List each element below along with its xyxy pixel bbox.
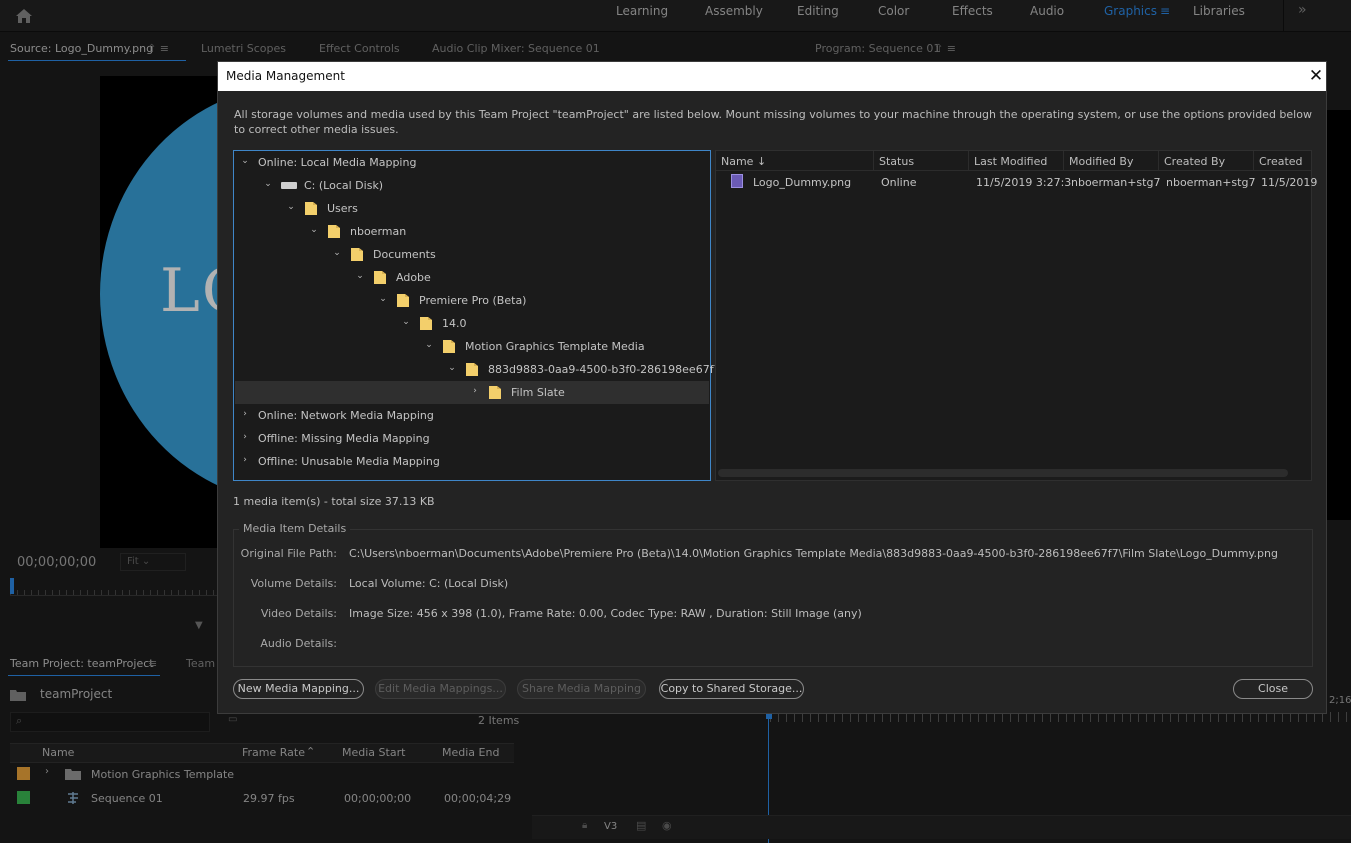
tree-node[interactable]: ⌄ Users	[235, 197, 709, 220]
detail-label: Volume Details:	[250, 577, 337, 590]
file-created-by: nboerman+stg7	[1166, 176, 1256, 189]
tree-node[interactable]: ⌄ Premiere Pro (Beta)	[235, 289, 709, 312]
tree-node-label: Online: Network Media Mapping	[258, 409, 434, 422]
share-media-mapping-button[interactable]: Share Media Mapping	[517, 679, 646, 699]
folder-icon	[443, 340, 455, 353]
tree-node-label: Adobe	[396, 271, 431, 284]
tree-node[interactable]: › Offline: Missing Media Mapping	[235, 427, 709, 450]
tree-node-label: C: (Local Disk)	[304, 179, 384, 192]
media-management-dialog: Media Management ✕ All storage volumes a…	[217, 61, 1327, 714]
tree-node[interactable]: ⌄ Documents	[235, 243, 709, 266]
tree-node-label: nboerman	[350, 225, 407, 238]
volume-tree[interactable]: ⌄ Online: Local Media Mapping ⌄ C: (Local D…	[233, 150, 721, 481]
chevron-down-icon[interactable]: ⌄	[240, 156, 250, 166]
chevron-right-icon[interactable]: ›	[240, 455, 250, 465]
media-file-list[interactable]: Name ↓ Status Last Modified Modified By …	[715, 150, 1317, 481]
chevron-down-icon[interactable]: ⌄	[286, 202, 296, 212]
detail-label: Original File Path:	[240, 547, 337, 560]
tree-node[interactable]: › Online: Network Media Mapping	[235, 404, 709, 427]
column-created-by[interactable]: Created By	[1164, 155, 1225, 168]
file-created: 11/5/2019	[1261, 176, 1318, 189]
chevron-down-icon[interactable]: ⌄	[378, 294, 388, 304]
folder-icon	[489, 386, 501, 399]
tree-node[interactable]: ⌄ 883d9883-0aa9-4500-b3f0-286198ee67f7	[235, 358, 721, 381]
tree-node-label: Offline: Missing Media Mapping	[258, 432, 430, 445]
tree-node-label: 14.0	[442, 317, 467, 330]
tree-node-label: Documents	[373, 248, 436, 261]
close-button[interactable]: Close	[1233, 679, 1313, 699]
file-name[interactable]: Logo_Dummy.png	[753, 176, 851, 189]
divider	[1253, 151, 1254, 171]
dialog-description: All storage volumes and media used by th…	[234, 108, 1312, 136]
tree-node-label: Offline: Unusable Media Mapping	[258, 455, 440, 468]
tree-node-label: Premiere Pro (Beta)	[419, 294, 527, 307]
tree-node[interactable]: ⌄ nboerman	[235, 220, 709, 243]
column-status[interactable]: Status	[879, 155, 914, 168]
chevron-down-icon[interactable]: ⌄	[424, 340, 434, 350]
column-last-modified[interactable]: Last Modified	[974, 155, 1047, 168]
tree-node[interactable]: › Offline: Unusable Media Mapping	[235, 450, 709, 473]
folder-icon	[305, 202, 317, 215]
chevron-down-icon[interactable]: ⌄	[309, 225, 319, 235]
divider	[1063, 151, 1064, 171]
folder-icon	[420, 317, 432, 330]
tree-node-label: Online: Local Media Mapping	[258, 156, 417, 169]
chevron-down-icon[interactable]: ⌄	[447, 363, 457, 373]
chevron-down-icon[interactable]: ⌄	[332, 248, 342, 258]
divider	[873, 151, 874, 171]
tree-node[interactable]: › Film Slate	[235, 381, 709, 404]
copy-to-shared-storage-button[interactable]: Copy to Shared Storage...	[659, 679, 804, 699]
folder-icon	[466, 363, 478, 376]
tree-node-label: Users	[327, 202, 358, 215]
file-status: Online	[881, 176, 917, 189]
tree-node[interactable]: ⌄ Adobe	[235, 266, 709, 289]
chevron-right-icon[interactable]: ›	[240, 432, 250, 442]
tree-node[interactable]: ⌄ Online: Local Media Mapping	[235, 151, 709, 174]
close-icon[interactable]: ✕	[1306, 66, 1326, 86]
chevron-right-icon[interactable]: ›	[240, 409, 250, 419]
new-media-mapping-button[interactable]: New Media Mapping...	[233, 679, 364, 699]
tree-node[interactable]: ⌄ 14.0	[235, 312, 709, 335]
tree-node-label: Film Slate	[511, 386, 565, 399]
volume-details: Local Volume: C: (Local Disk)	[349, 577, 509, 590]
column-name[interactable]: Name ↓	[721, 155, 766, 168]
column-created[interactable]: Created	[1259, 155, 1303, 168]
detail-label: Audio Details:	[260, 637, 337, 650]
column-modified-by[interactable]: Modified By	[1069, 155, 1134, 168]
original-file-path: C:\Users\nboerman\Documents\Adobe\Premie…	[349, 547, 1278, 560]
horizontal-scrollbar[interactable]	[718, 469, 1288, 477]
edit-media-mappings-button[interactable]: Edit Media Mappings...	[375, 679, 506, 699]
file-modified-by: nboerman+stg7	[1071, 176, 1161, 189]
image-file-icon	[731, 174, 743, 188]
detail-label: Video Details:	[260, 607, 337, 620]
tree-node-label: 883d9883-0aa9-4500-b3f0-286198ee67f7	[488, 363, 721, 376]
hard-disk-icon	[281, 182, 297, 189]
tree-node-label: Motion Graphics Template Media	[465, 340, 645, 353]
folder-icon	[374, 271, 386, 284]
folder-icon	[351, 248, 363, 261]
media-summary: 1 media item(s) - total size 37.13 KB	[233, 495, 435, 508]
tree-node[interactable]: ⌄ Motion Graphics Template Media	[235, 335, 709, 358]
details-title: Media Item Details	[239, 522, 351, 535]
folder-icon	[397, 294, 409, 307]
chevron-down-icon[interactable]: ⌄	[355, 271, 365, 281]
dialog-titlebar: Media Management ✕	[218, 62, 1326, 91]
chevron-down-icon[interactable]: ⌄	[401, 317, 411, 327]
video-details: Image Size: 456 x 398 (1.0), Frame Rate:…	[349, 607, 862, 620]
chevron-down-icon[interactable]: ⌄	[263, 179, 273, 189]
sort-desc-icon: ↓	[756, 155, 767, 168]
file-last-modified: 11/5/2019 3:27:3	[976, 176, 1072, 189]
tree-node[interactable]: ⌄ C: (Local Disk)	[235, 174, 709, 197]
divider	[968, 151, 969, 171]
folder-icon	[328, 225, 340, 238]
divider	[1158, 151, 1159, 171]
file-list-header: Name ↓ Status Last Modified Modified By …	[716, 151, 1311, 171]
chevron-right-icon[interactable]: ›	[470, 386, 480, 396]
dialog-title: Media Management	[226, 69, 345, 83]
